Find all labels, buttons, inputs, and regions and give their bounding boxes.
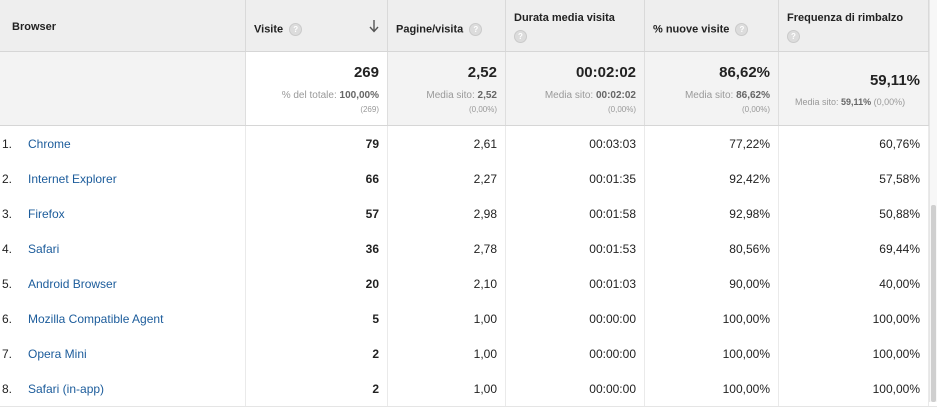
browser-link[interactable]: Firefox — [28, 207, 65, 221]
col-header-pages-label: Pagine/visita — [396, 23, 464, 36]
help-icon[interactable]: ? — [289, 23, 303, 36]
col-header-duration-label: Durata media visita — [514, 12, 615, 24]
table-row: 2. Internet Explorer 66 2,27 00:01:35 92,42% 5… — [0, 161, 937, 197]
new-visits-value: 90,00% — [729, 277, 770, 291]
col-header-browser[interactable]: Browser — [0, 0, 246, 51]
totals-row: 269 % del totale: 100,00% (269) 2,52 Med… — [0, 52, 937, 126]
duration-value: 00:00:00 — [589, 312, 636, 326]
pages-value: 1,00 — [473, 312, 497, 326]
help-icon[interactable]: ? — [735, 23, 749, 36]
new-visits-value: 77,22% — [729, 137, 770, 151]
bounce-value: 100,00% — [872, 347, 920, 361]
col-header-browser-label: Browser — [12, 21, 57, 33]
pages-value: 2,27 — [473, 172, 497, 186]
visits-value: 2 — [372, 347, 379, 361]
total-visits: 269 % del totale: 100,00% (269) — [246, 52, 388, 125]
help-icon[interactable]: ? — [787, 30, 800, 43]
col-header-bounce-rate[interactable]: Frequenza di rimbalzo ? — [779, 0, 929, 51]
visits-value: 36 — [365, 242, 379, 256]
browser-link[interactable]: Opera Mini — [28, 347, 87, 361]
total-avg-duration: 00:02:02 Media sito: 00:02:02 (0,00%) — [506, 52, 645, 125]
bounce-value: 100,00% — [872, 312, 920, 326]
pages-value: 2,61 — [473, 137, 497, 151]
duration-value: 00:01:03 — [589, 277, 636, 291]
help-icon[interactable]: ? — [514, 30, 527, 43]
col-header-avg-duration[interactable]: Durata media visita ? — [506, 0, 645, 51]
total-bounce-rate: 59,11% Media sito: 59,11% (0,00%) — [779, 52, 929, 125]
visits-value: 5 — [372, 312, 379, 326]
total-pages-per-visit: 2,52 Media sito: 2,52 (0,00%) — [388, 52, 506, 125]
col-header-bounce-label: Frequenza di rimbalzo — [787, 12, 904, 24]
duration-value: 00:01:35 — [589, 172, 636, 186]
scrollbar[interactable] — [929, 0, 937, 402]
new-visits-value: 100,00% — [722, 312, 770, 326]
col-header-new-visits-label: % nuove visite — [653, 23, 730, 36]
pages-value: 2,98 — [473, 207, 497, 221]
row-number: 2. — [2, 172, 13, 186]
new-visits-value: 100,00% — [722, 347, 770, 361]
browser-link[interactable]: Mozilla Compatible Agent — [28, 312, 163, 326]
new-visits-value: 92,42% — [729, 172, 770, 186]
table-row: 6. Mozilla Compatible Agent 5 1,00 00:00:00 1… — [0, 301, 937, 337]
duration-value: 00:00:00 — [589, 347, 636, 361]
bounce-value: 100,00% — [872, 382, 920, 396]
visits-value: 2 — [372, 382, 379, 396]
table-row: 7. Opera Mini 2 1,00 00:00:00 100,00% 100,00% — [0, 336, 937, 372]
row-number: 8. — [2, 382, 13, 396]
visits-value: 79 — [365, 137, 379, 151]
col-header-visits-label: Visite — [254, 23, 284, 36]
bounce-value: 57,58% — [879, 172, 920, 186]
browser-link[interactable]: Safari (in-app) — [28, 382, 104, 396]
scrollbar-thumb[interactable] — [931, 205, 936, 402]
col-header-pages-per-visit[interactable]: Pagine/visita? — [388, 0, 506, 51]
duration-value: 00:03:03 — [589, 137, 636, 151]
browser-link[interactable]: Internet Explorer — [28, 172, 117, 186]
bounce-value: 40,00% — [879, 277, 920, 291]
help-icon[interactable]: ? — [469, 23, 483, 36]
total-new-visits: 86,62% Media sito: 86,62% (0,00%) — [645, 52, 779, 125]
new-visits-value: 100,00% — [722, 382, 770, 396]
browser-link[interactable]: Android Browser — [28, 277, 117, 291]
browser-report-table: Browser Visite? Pagine/visita? Durata me… — [0, 0, 937, 407]
table-row: 1. Chrome 79 2,61 00:03:03 77,22% 60,76% — [0, 126, 937, 162]
row-number: 5. — [2, 277, 13, 291]
new-visits-value: 80,56% — [729, 242, 770, 256]
duration-value: 00:00:00 — [589, 382, 636, 396]
table-row: 3. Firefox 57 2,98 00:01:58 92,98% 50,88% — [0, 196, 937, 232]
visits-value: 57 — [365, 207, 379, 221]
table-row: 4. Safari 36 2,78 00:01:53 80,56% 69,44% — [0, 231, 937, 267]
duration-value: 00:01:58 — [589, 207, 636, 221]
row-number: 4. — [2, 242, 13, 256]
visits-value: 66 — [365, 172, 379, 186]
visits-value: 20 — [365, 277, 379, 291]
row-number: 1. — [2, 137, 13, 151]
row-number: 7. — [2, 347, 13, 361]
row-number: 3. — [2, 207, 13, 221]
new-visits-value: 92,98% — [729, 207, 770, 221]
table-header: Browser Visite? Pagine/visita? Durata me… — [0, 0, 937, 52]
table-row: 5. Android Browser 20 2,10 00:01:03 90,00% 40,… — [0, 266, 937, 302]
pages-value: 2,78 — [473, 242, 497, 256]
browser-link[interactable]: Chrome — [28, 137, 71, 151]
pages-value: 2,10 — [473, 277, 497, 291]
pages-value: 1,00 — [473, 382, 497, 396]
col-header-visits[interactable]: Visite? — [246, 0, 388, 51]
row-number: 6. — [2, 312, 13, 326]
browser-link[interactable]: Safari — [28, 242, 59, 256]
col-header-new-visits[interactable]: % nuove visite? — [645, 0, 779, 51]
pages-value: 1,00 — [473, 347, 497, 361]
arrow-down-icon[interactable] — [369, 19, 379, 33]
duration-value: 00:01:53 — [589, 242, 636, 256]
bounce-value: 60,76% — [879, 137, 920, 151]
bounce-value: 69,44% — [879, 242, 920, 256]
bounce-value: 50,88% — [879, 207, 920, 221]
